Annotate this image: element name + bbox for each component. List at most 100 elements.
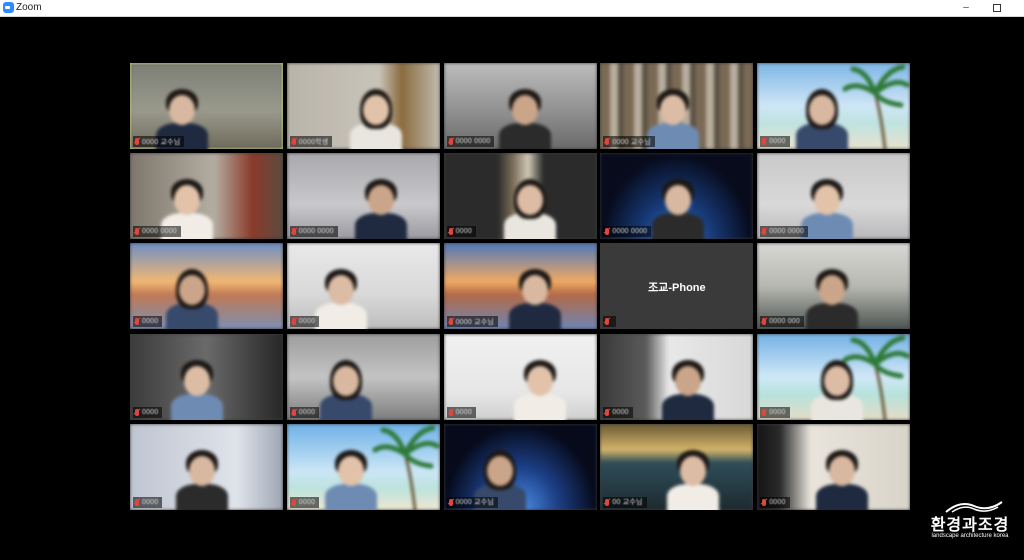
participant-tile[interactable]: 0000 — [757, 333, 911, 420]
participant-tile[interactable]: 0000 — [130, 423, 283, 510]
watermark-title: 환경과조경 — [930, 517, 1010, 534]
participant-name-tag: 0000 — [446, 406, 476, 418]
muted-mic-icon — [448, 408, 453, 416]
participant-tile[interactable]: 0000 000 — [757, 243, 911, 330]
muted-mic-icon — [291, 498, 296, 506]
participant-tile[interactable]: 0000 0000 — [757, 153, 911, 240]
muted-mic-icon — [135, 408, 139, 416]
participant-tile[interactable]: 0000 0000 — [130, 153, 283, 240]
participant-name: 0000 0000 — [455, 138, 491, 145]
participant-name: 0000 교수님 — [142, 138, 181, 146]
participant-tile[interactable]: 0000 — [600, 333, 754, 420]
participant-name: 0000 — [769, 408, 786, 416]
participant-name: 0000 — [769, 498, 786, 506]
participant-tile[interactable]: 0000 — [443, 153, 597, 240]
participant-name: 0000 교수님 — [455, 499, 495, 507]
muted-mic-icon — [448, 228, 453, 236]
participant-tile[interactable]: 0000 교수님 — [443, 423, 597, 510]
participant-name-tag: 0000 — [760, 136, 790, 147]
participant-name: 0000 — [142, 498, 159, 506]
participant-name-tag: 0000 0000 — [133, 226, 181, 238]
participant-name-tag — [603, 316, 617, 328]
participant-name: 0000 — [298, 498, 316, 506]
participant-name: 0000 000 — [769, 318, 800, 326]
participant-name-tag: 0000 — [133, 406, 163, 418]
muted-mic-icon — [605, 228, 610, 236]
participant-tile[interactable]: 0000 — [443, 333, 597, 420]
watermark-subtitle: landscape architecture korea — [931, 533, 1009, 539]
muted-mic-icon — [605, 138, 610, 145]
participant-tile[interactable]: 0000 — [130, 333, 283, 420]
muted-mic-icon — [135, 228, 139, 236]
participant-tile[interactable]: 조교-Phone — [600, 243, 754, 330]
muted-mic-icon — [291, 408, 296, 416]
participant-name-tag: 0000 — [289, 316, 320, 328]
restore-icon — [993, 4, 1001, 12]
participant-name: 0000 0000 — [142, 228, 177, 236]
muted-mic-icon — [135, 318, 139, 326]
muted-mic-icon — [448, 138, 453, 145]
title-bar: Zoom – — [0, 0, 1024, 17]
participant-name: 0000학생 — [298, 138, 329, 146]
participant-name: 0000 교수님 — [455, 318, 495, 326]
minimize-button[interactable]: – — [953, 0, 979, 16]
participant-tile[interactable]: 0000 — [130, 243, 283, 330]
participant-tile[interactable]: 0000 — [286, 333, 440, 420]
participant-name-tag: 0000 — [760, 406, 790, 418]
muted-mic-icon — [135, 138, 139, 145]
magazine-watermark: 환경과조경 landscape architecture korea — [922, 498, 1018, 548]
participant-name-tag: 0000 교수님 — [133, 136, 185, 147]
participant-tile[interactable]: 0000 교수님 — [600, 63, 754, 149]
participant-tile[interactable]: 00 교수님 — [600, 423, 754, 510]
participant-tile[interactable]: 0000 교수님 — [130, 63, 283, 149]
participant-name-tag: 0000 — [603, 406, 633, 418]
participant-name: 0000 — [769, 138, 786, 145]
participant-name-tag: 0000 — [289, 406, 320, 418]
participant-name: 0000 — [455, 408, 472, 416]
participant-tile[interactable]: 0000 교수님 — [443, 243, 597, 330]
participant-name-tag: 0000 — [133, 496, 163, 508]
participant-tile[interactable]: 0000 0000 — [600, 153, 754, 240]
muted-mic-icon — [605, 318, 610, 326]
participant-display-name: 조교-Phone — [648, 282, 706, 295]
participant-name: 0000 0000 — [612, 228, 648, 236]
participant-name-tag: 0000 0000 — [603, 226, 652, 238]
participant-name-tag: 0000 교수님 — [446, 496, 499, 508]
muted-mic-icon — [762, 138, 767, 145]
participant-name: 0000 0000 — [298, 228, 334, 236]
participant-name-tag: 0000 000 — [760, 316, 804, 328]
participant-name-tag: 0000 교수님 — [603, 136, 655, 147]
muted-mic-icon — [762, 228, 767, 236]
participant-tile[interactable]: 0000 0000 — [286, 153, 440, 240]
participant-tile[interactable]: 0000학생 — [286, 63, 440, 149]
participant-tile[interactable]: 0000 — [286, 423, 440, 510]
muted-mic-icon — [762, 408, 767, 416]
muted-mic-icon — [291, 318, 296, 326]
participant-tile[interactable]: 0000 0000 — [443, 63, 597, 149]
muted-mic-icon — [291, 138, 296, 145]
participant-name: 0000 0000 — [769, 228, 805, 236]
participant-name-tag: 0000 — [133, 316, 163, 328]
muted-mic-icon — [605, 408, 610, 416]
participant-name-tag: 0000 0000 — [760, 226, 809, 238]
participant-name: 0000 — [142, 408, 159, 416]
participant-name-tag: 0000 0000 — [289, 226, 338, 238]
participant-tile[interactable]: 0000 — [286, 243, 440, 330]
participant-name-tag: 0000 — [446, 226, 476, 238]
muted-mic-icon — [448, 498, 453, 506]
participant-name: 00 교수님 — [612, 499, 643, 507]
muted-mic-icon — [605, 498, 610, 506]
participant-name-tag: 0000학생 — [289, 136, 333, 147]
maximize-button[interactable] — [984, 0, 1010, 16]
window-title: Zoom — [16, 2, 42, 13]
participant-tile[interactable]: 0000 — [757, 423, 911, 510]
participant-tile[interactable]: 0000 — [757, 63, 911, 149]
participant-name: 0000 — [298, 408, 316, 416]
muted-mic-icon — [762, 498, 767, 506]
muted-mic-icon — [762, 318, 767, 326]
participant-name-tag: 0000 0000 — [446, 136, 495, 147]
zoom-camera-icon — [3, 2, 14, 13]
muted-mic-icon — [448, 318, 453, 326]
participant-name: 0000 — [612, 408, 629, 416]
participant-name: 0000 — [298, 318, 316, 326]
